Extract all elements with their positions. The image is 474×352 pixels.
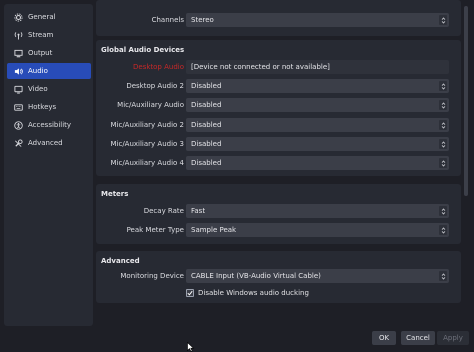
sidebar-item-advanced[interactable]: Advanced	[7, 135, 91, 151]
sidebar-item-audio[interactable]: Audio	[7, 63, 91, 79]
mic-aux-audio-4-select[interactable]: Disabled	[186, 156, 449, 170]
mic-aux-audio-2-select[interactable]: Disabled	[186, 118, 449, 132]
desktop-audio-select[interactable]: [Device not connected or not available]	[186, 60, 449, 74]
chevron-updown-icon	[439, 139, 447, 149]
peak-meter-type-label: Peak Meter Type	[126, 226, 184, 234]
sidebar-item-label: Advanced	[28, 139, 63, 147]
antenna-icon	[13, 30, 23, 40]
mic-aux-audio-value: Disabled	[191, 101, 222, 109]
decay-rate-label: Decay Rate	[143, 207, 184, 215]
disable-ducking-option[interactable]: Disable Windows audio ducking	[186, 287, 309, 299]
peak-meter-type-select[interactable]: Sample Peak	[186, 223, 449, 237]
channels-row: Channels Stereo	[96, 13, 461, 27]
sidebar-item-label: Output	[28, 49, 53, 57]
keyboard-icon	[13, 102, 23, 112]
global-audio-group: Global Audio Devices Desktop Audio [Devi…	[96, 40, 461, 176]
sidebar-item-label: Hotkeys	[28, 103, 57, 111]
peak-meter-type-value: Sample Peak	[191, 226, 237, 234]
monitoring-device-select[interactable]: CABLE Input (VB-Audio Virtual Cable)	[186, 269, 449, 283]
chevron-updown-icon	[439, 100, 447, 110]
meters-group: Meters Decay Rate Fast Peak Meter Type S…	[96, 184, 461, 244]
monitoring-device-label: Monitoring Device	[120, 272, 184, 280]
channels-value: Stereo	[191, 16, 214, 24]
monitoring-device-value: CABLE Input (VB-Audio Virtual Cable)	[191, 272, 321, 280]
chevron-updown-icon	[439, 120, 447, 130]
mic-aux-audio-label: Mic/Auxiliary Audio	[117, 101, 184, 109]
mic-aux-audio-4-row: Mic/Auxiliary Audio 4 Disabled	[96, 156, 461, 170]
chevron-updown-icon	[439, 225, 447, 235]
sidebar-item-hotkeys[interactable]: Hotkeys	[7, 99, 91, 115]
chevron-updown-icon	[439, 81, 447, 91]
disable-ducking-label: Disable Windows audio ducking	[198, 289, 309, 297]
desktop-audio-value: [Device not connected or not available]	[191, 63, 330, 71]
mic-aux-audio-3-value: Disabled	[191, 140, 222, 148]
settings-window: General Stream Output Audio Video Hotkey…	[0, 0, 474, 352]
mic-aux-audio-row: Mic/Auxiliary Audio Disabled	[96, 98, 461, 112]
apply-button[interactable]: Apply	[437, 331, 469, 345]
chevron-updown-icon	[439, 158, 447, 168]
mic-aux-audio-3-select[interactable]: Disabled	[186, 137, 449, 151]
sidebar-item-label: Video	[28, 85, 48, 93]
mic-aux-audio-2-row: Mic/Auxiliary Audio 2 Disabled	[96, 118, 461, 132]
mic-aux-audio-2-value: Disabled	[191, 121, 222, 129]
channels-label: Channels	[151, 16, 184, 24]
desktop-audio-label: Desktop Audio	[133, 63, 184, 71]
settings-sidebar: General Stream Output Audio Video Hotkey…	[4, 4, 93, 326]
sidebar-item-accessibility[interactable]: Accessibility	[7, 117, 91, 133]
scrollbar-thumb[interactable]	[464, 6, 468, 196]
sidebar-item-label: Accessibility	[28, 121, 72, 129]
sidebar-item-general[interactable]: General	[7, 9, 91, 25]
settings-content: Channels Stereo Global Audio Devices Des…	[96, 0, 463, 326]
decay-rate-row: Decay Rate Fast	[96, 204, 461, 218]
monitoring-device-row: Monitoring Device CABLE Input (VB-Audio …	[96, 269, 461, 283]
mic-aux-audio-3-row: Mic/Auxiliary Audio 3 Disabled	[96, 137, 461, 151]
mouse-cursor-icon	[187, 342, 195, 352]
wrench-icon	[13, 138, 23, 148]
mic-aux-audio-4-value: Disabled	[191, 159, 222, 167]
monitor-icon	[13, 84, 23, 94]
meters-title: Meters	[101, 190, 129, 198]
sidebar-item-stream[interactable]: Stream	[7, 27, 91, 43]
sidebar-item-label: General	[28, 13, 56, 21]
channels-select[interactable]: Stereo	[186, 13, 449, 27]
desktop-audio-2-value: Disabled	[191, 82, 222, 90]
sidebar-item-output[interactable]: Output	[7, 45, 91, 61]
accessibility-icon	[13, 120, 23, 130]
general-audio-group: Channels Stereo	[96, 0, 461, 36]
checkmark-icon	[187, 290, 193, 296]
cancel-button[interactable]: Cancel	[401, 331, 435, 345]
sidebar-item-label: Audio	[28, 67, 48, 75]
decay-rate-select[interactable]: Fast	[186, 204, 449, 218]
mic-aux-audio-select[interactable]: Disabled	[186, 98, 449, 112]
chevron-updown-icon	[439, 206, 447, 216]
gear-icon	[13, 12, 23, 22]
chevron-updown-icon	[439, 271, 447, 281]
peak-meter-type-row: Peak Meter Type Sample Peak	[96, 223, 461, 237]
desktop-audio-2-label: Desktop Audio 2	[126, 82, 184, 90]
advanced-group: Advanced Monitoring Device CABLE Input (…	[96, 251, 461, 303]
global-audio-title: Global Audio Devices	[101, 46, 185, 54]
advanced-title: Advanced	[101, 257, 140, 265]
chevron-updown-icon	[439, 15, 447, 25]
speaker-icon	[13, 66, 23, 76]
mic-aux-audio-2-label: Mic/Auxiliary Audio 2	[110, 121, 184, 129]
mic-aux-audio-3-label: Mic/Auxiliary Audio 3	[110, 140, 184, 148]
desktop-audio-2-select[interactable]: Disabled	[186, 79, 449, 93]
sidebar-item-label: Stream	[28, 31, 54, 39]
sidebar-item-video[interactable]: Video	[7, 81, 91, 97]
content-scrollbar[interactable]	[463, 4, 469, 326]
decay-rate-value: Fast	[191, 207, 206, 215]
output-icon	[13, 48, 23, 58]
mic-aux-audio-4-label: Mic/Auxiliary Audio 4	[110, 159, 184, 167]
desktop-audio-row: Desktop Audio [Device not connected or n…	[96, 60, 461, 74]
desktop-audio-2-row: Desktop Audio 2 Disabled	[96, 79, 461, 93]
ok-button[interactable]: OK	[372, 331, 396, 345]
disable-ducking-checkbox[interactable]	[186, 289, 194, 297]
